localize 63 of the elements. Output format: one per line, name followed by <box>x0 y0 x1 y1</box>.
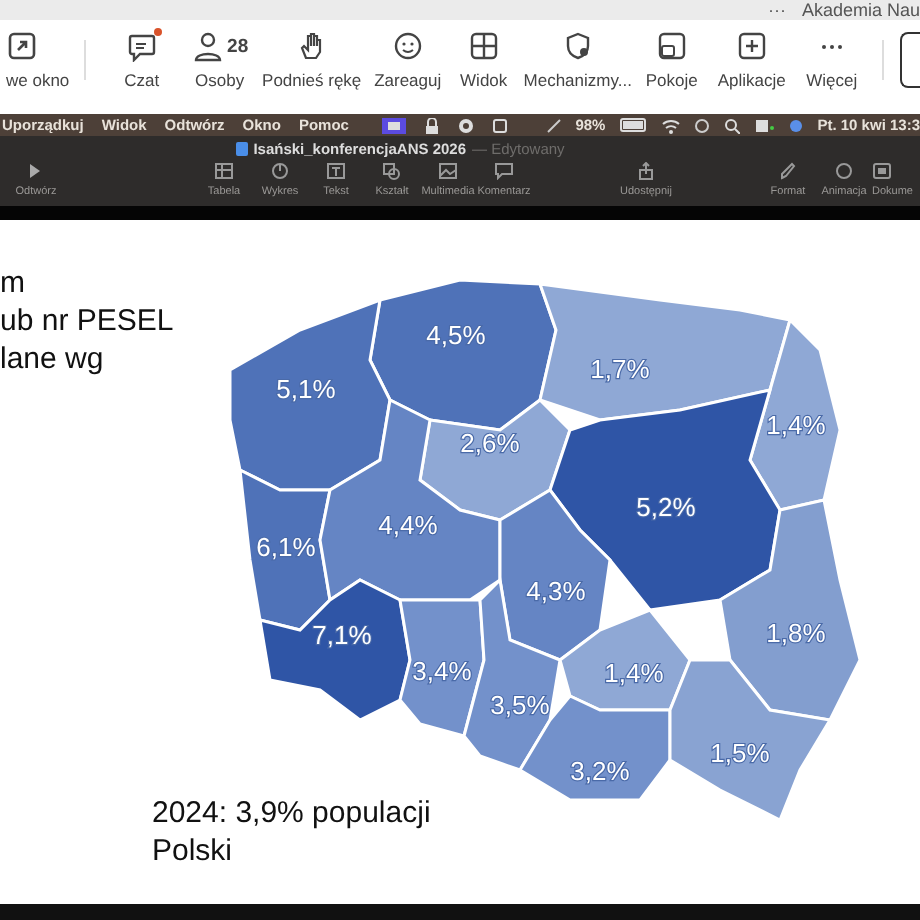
region-value: 3,5% <box>490 690 550 720</box>
image-icon <box>438 162 458 180</box>
region-value: 4,4% <box>378 510 438 540</box>
toolbar-button[interactable]: Pokoje <box>637 26 706 94</box>
lock-icon <box>424 117 441 133</box>
region-value: 5,2% <box>636 492 696 522</box>
organization-name: Akademia Nau <box>801 0 920 20</box>
chat-icon <box>125 30 158 62</box>
slash-icon <box>545 117 562 133</box>
region-value: 1,4% <box>766 410 826 440</box>
region-value: 3,4% <box>412 656 472 686</box>
slide-text: lane wg <box>0 340 106 378</box>
document-icon <box>872 162 892 180</box>
smiley-icon <box>391 30 424 62</box>
region-value: 7,1% <box>312 620 372 650</box>
toolbar-button[interactable]: 28 Osoby <box>181 26 258 94</box>
screen-share-icon <box>382 117 407 133</box>
region-value: 4,3% <box>526 576 586 606</box>
region-value: 1,4% <box>604 658 664 688</box>
region-value: 3,2% <box>570 756 630 786</box>
battery-icon <box>619 118 648 132</box>
wifi-icon <box>661 117 680 133</box>
grid-icon <box>467 30 500 62</box>
shapes-icon <box>382 162 402 180</box>
comment-icon <box>494 162 514 180</box>
slide-text: m <box>0 264 27 302</box>
assistant-icon <box>787 117 804 133</box>
toolbar-button[interactable]: Podnieś rękę <box>257 26 366 94</box>
participant-count: 28 <box>227 35 249 57</box>
region-value: 1,7% <box>590 354 650 384</box>
slide-caption: 2024: 3,9% populacji <box>152 794 431 832</box>
region-value: 6,1% <box>256 532 316 562</box>
toolbar-button[interactable]: we okno <box>0 26 68 94</box>
toolbar-button[interactable]: Widok <box>449 26 518 94</box>
shield-icon <box>561 30 594 62</box>
more-icon <box>819 43 844 49</box>
search-icon <box>723 117 740 133</box>
chart-icon <box>270 162 290 180</box>
region-value: 1,8% <box>766 618 826 648</box>
region-value: 2,6% <box>460 428 520 458</box>
brush-icon <box>778 162 798 180</box>
camera-button[interactable] <box>899 32 920 88</box>
toolbar-button[interactable]: Więcej <box>797 26 866 94</box>
region-value: 1,5% <box>710 738 770 768</box>
person-icon <box>191 30 224 62</box>
text-box-icon <box>326 162 346 180</box>
toolbar-button[interactable]: Czat <box>101 26 182 94</box>
toolbar-button[interactable]: Zareaguj <box>365 26 450 94</box>
more-dots[interactable]: ··· <box>767 0 786 20</box>
table-icon <box>214 162 234 180</box>
slide-caption: Polski <box>152 832 235 870</box>
toolbar-button[interactable]: Aplikacje <box>705 26 798 94</box>
region-value: 4,5% <box>426 320 486 350</box>
rooms-icon <box>655 30 688 62</box>
control-center-icon <box>753 117 774 133</box>
toolbar-button[interactable]: Mechanizmy... <box>517 26 638 94</box>
document-icon <box>235 142 248 156</box>
plus-box-icon <box>735 30 768 62</box>
share-icon <box>636 162 656 180</box>
region-value: 5,1% <box>276 374 336 404</box>
window-icon <box>492 117 509 133</box>
circle-icon <box>834 162 854 180</box>
slide-text: ub nr PESEL <box>0 302 174 340</box>
